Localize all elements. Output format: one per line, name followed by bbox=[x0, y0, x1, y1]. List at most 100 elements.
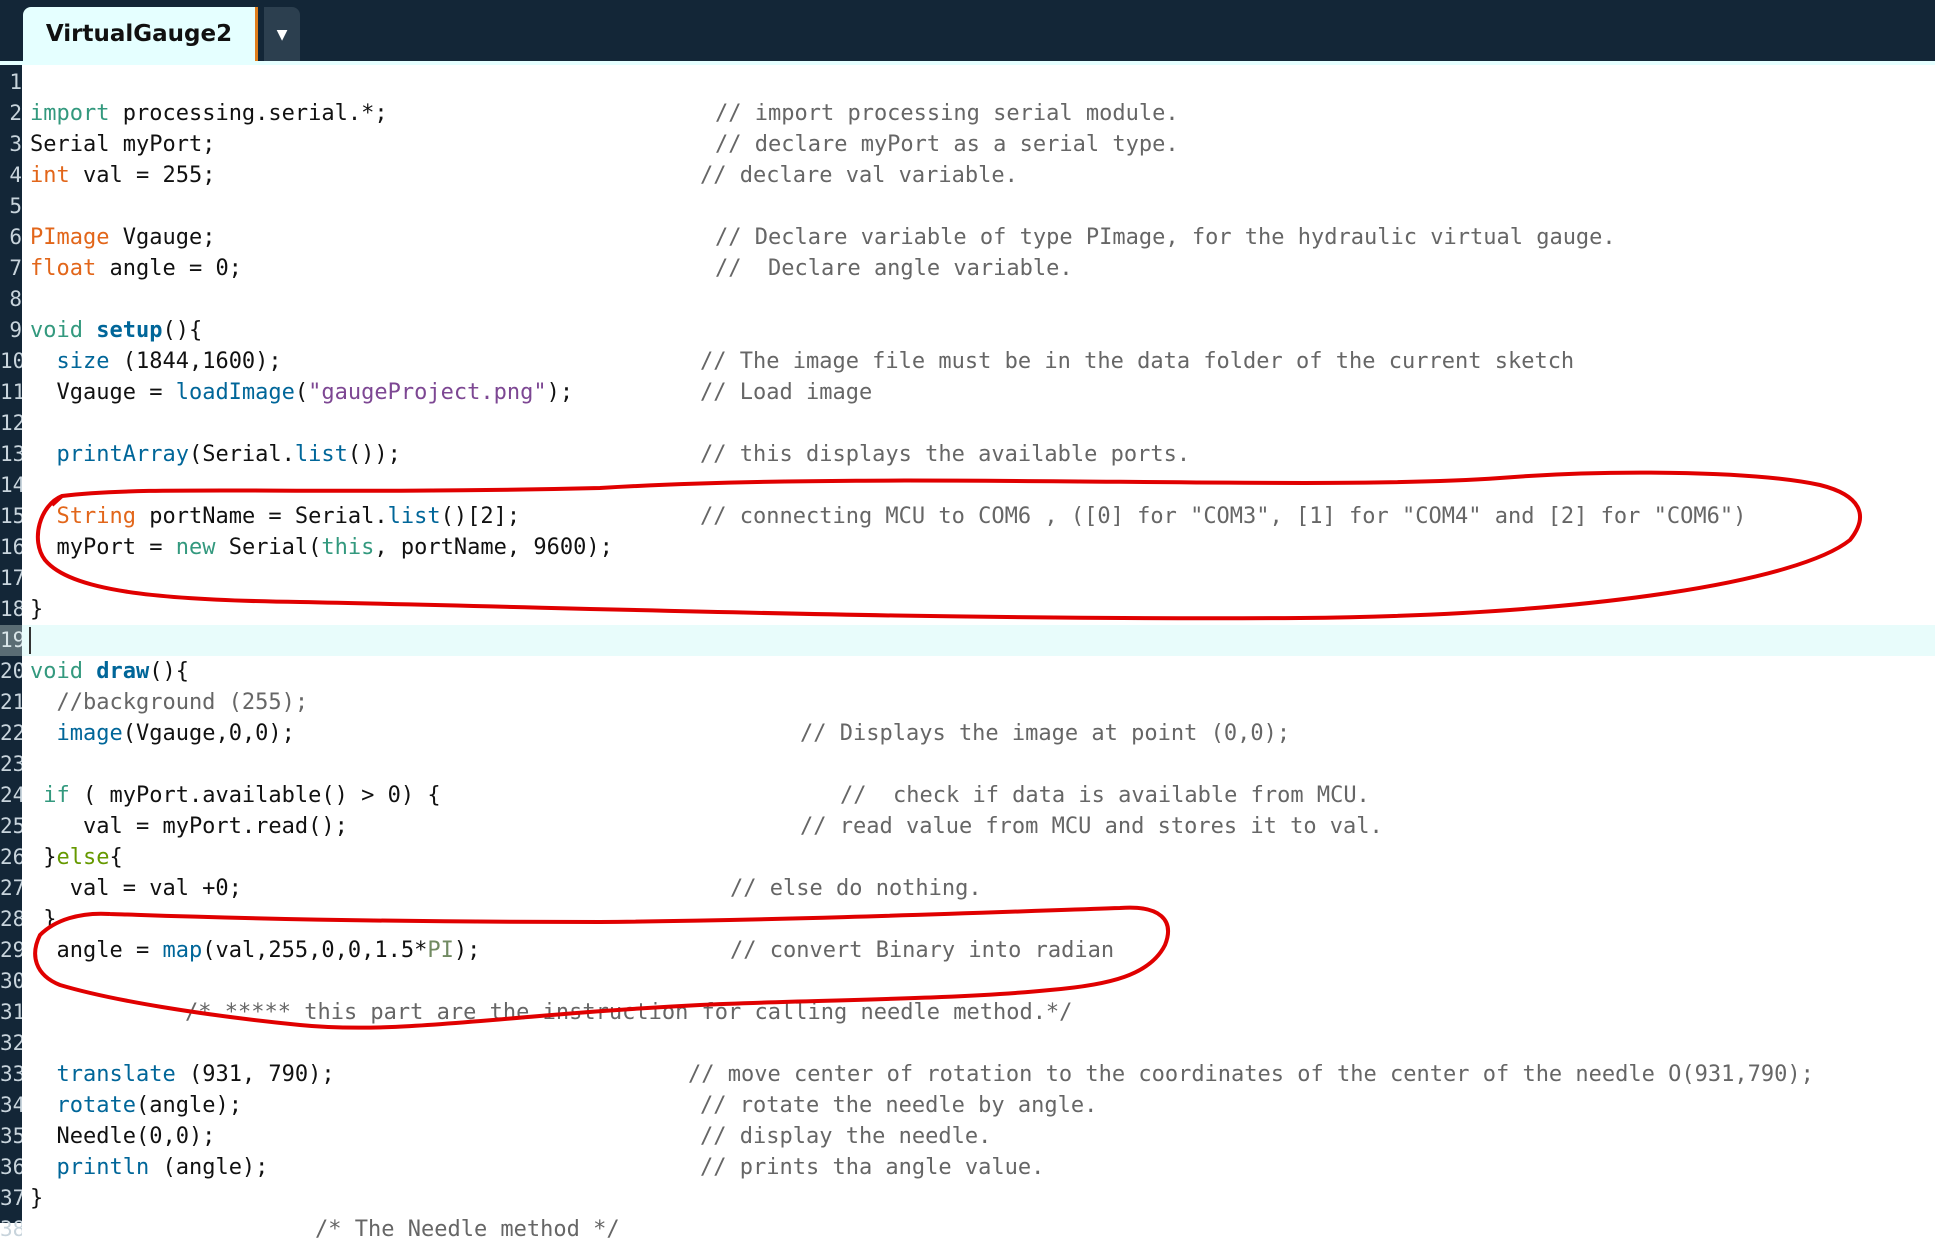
code-text: import processing.serial.*; bbox=[30, 101, 388, 126]
line-number: 22 bbox=[0, 721, 22, 745]
code-line[interactable]: 25 val = myPort.read(); // read value fro… bbox=[0, 811, 1935, 842]
code-text: image(Vgauge,0,0); bbox=[56, 721, 295, 746]
line-number: 24 bbox=[0, 783, 22, 807]
code-comment: // declare myPort as a serial type. bbox=[715, 132, 1179, 157]
tab-menu-button[interactable]: ▼ bbox=[264, 7, 300, 61]
code-line[interactable]: 24 if ( myPort.available() > 0) {// chec… bbox=[0, 780, 1935, 811]
code-text: int val = 255; bbox=[30, 163, 216, 188]
code-comment: /* The Needle method */ bbox=[315, 1217, 620, 1242]
code-text: } bbox=[30, 1186, 44, 1211]
code-line[interactable]: 17 bbox=[0, 563, 1935, 594]
code-line[interactable]: 38 /* The Needle method */ bbox=[0, 1214, 1935, 1245]
code-text: PImage Vgauge; bbox=[30, 225, 216, 250]
code-text: Needle(0,0); bbox=[30, 1124, 216, 1149]
code-line[interactable]: 33 translate (931, 790); // move center o… bbox=[0, 1059, 1935, 1090]
code-text: printArray(Serial.list()); bbox=[56, 442, 401, 467]
code-line[interactable]: 11 Vgauge = loadImage("gaugeProject.png"… bbox=[0, 377, 1935, 408]
line-number: 31 bbox=[0, 1000, 22, 1024]
line-number: 4 bbox=[9, 163, 22, 187]
code-editor[interactable]: 1 2 import processing.serial.*;// import p… bbox=[0, 65, 1935, 1242]
line-number: 11 bbox=[0, 380, 22, 404]
line-number: 29 bbox=[0, 938, 22, 962]
tab-virtualgauge2[interactable]: VirtualGauge2 bbox=[23, 7, 258, 61]
code-line[interactable]: 4 int val = 255; // declare val variable. bbox=[0, 160, 1935, 191]
line-number: 10 bbox=[0, 349, 22, 373]
line-number: 12 bbox=[0, 411, 22, 435]
code-line[interactable]: 30 bbox=[0, 966, 1935, 997]
line-number: 14 bbox=[0, 473, 22, 497]
line-number: 36 bbox=[0, 1155, 22, 1179]
code-line[interactable]: 7 float angle = 0; // Declare angle variab… bbox=[0, 253, 1935, 284]
code-text: //background (255); bbox=[30, 690, 309, 715]
code-comment: // Declare angle variable. bbox=[715, 256, 1073, 281]
code-text: }else{ bbox=[30, 845, 123, 870]
code-comment: // Load image bbox=[700, 380, 873, 405]
code-line[interactable]: 31 /* ***** this part are the instruction… bbox=[0, 997, 1935, 1028]
code-line[interactable]: 16 myPort = new Serial(this, portName, 9… bbox=[0, 532, 1935, 563]
line-number: 8 bbox=[9, 287, 22, 311]
code-comment: // this displays the available ports. bbox=[700, 442, 1191, 467]
code-line[interactable]: 18} bbox=[0, 594, 1935, 625]
code-comment: // rotate the needle by angle. bbox=[700, 1093, 1098, 1118]
code-text: void draw(){ bbox=[30, 659, 189, 684]
code-line[interactable]: 15 String portName = Serial.list()[2]; //… bbox=[0, 501, 1935, 532]
line-number: 9 bbox=[9, 318, 22, 342]
line-number: 19 bbox=[0, 625, 22, 656]
line-number: 21 bbox=[0, 690, 22, 714]
triangle-down-icon: ▼ bbox=[276, 23, 288, 45]
code-line[interactable]: 35 Needle(0,0); // display the needle. bbox=[0, 1121, 1935, 1152]
code-line[interactable]: 22 image(Vgauge,0,0); // Displays the ima… bbox=[0, 718, 1935, 749]
text-caret bbox=[29, 627, 31, 654]
code-line[interactable]: 37} bbox=[0, 1183, 1935, 1214]
code-line[interactable]: 36 println (angle); // prints tha angle v… bbox=[0, 1152, 1935, 1183]
line-number: 34 bbox=[0, 1093, 22, 1117]
line-number: 17 bbox=[0, 566, 22, 590]
code-line[interactable]: 32 bbox=[0, 1028, 1935, 1059]
code-line[interactable]: 6 PImage Vgauge; // Declare variable of ty… bbox=[0, 222, 1935, 253]
line-number: 35 bbox=[0, 1124, 22, 1148]
code-line[interactable]: 21 //background (255); bbox=[0, 687, 1935, 718]
code-text: Serial myPort; bbox=[30, 132, 216, 157]
code-comment: // The image file must be in the data fo… bbox=[700, 349, 1575, 374]
code-line[interactable]: 19 bbox=[0, 625, 1935, 656]
code-line[interactable]: 9 void setup(){ bbox=[0, 315, 1935, 346]
line-number: 3 bbox=[9, 132, 22, 156]
code-comment: // Displays the image at point (0,0); bbox=[800, 721, 1291, 746]
code-line[interactable]: 34 rotate(angle); // rotate the needle by… bbox=[0, 1090, 1935, 1121]
code-line[interactable]: 1 bbox=[0, 67, 1935, 98]
code-line[interactable]: 14 bbox=[0, 470, 1935, 501]
code-comment: // declare val variable. bbox=[700, 163, 1018, 188]
code-text: void setup(){ bbox=[30, 318, 203, 343]
line-number: 2 bbox=[9, 101, 22, 125]
line-number: 23 bbox=[0, 752, 22, 776]
code-comment: // connecting MCU to COM6 , ([0] for "CO… bbox=[700, 504, 1747, 529]
code-line[interactable]: 10 size (1844,1600); // The image file mu… bbox=[0, 346, 1935, 377]
code-line[interactable]: 13 printArray(Serial.list()); // this dis… bbox=[0, 439, 1935, 470]
code-line[interactable]: 26 }else{ bbox=[0, 842, 1935, 873]
code-line[interactable]: 29 angle = map(val,255,0,0,1.5*PI); // co… bbox=[0, 935, 1935, 966]
code-text: rotate(angle); bbox=[56, 1093, 242, 1118]
code-line[interactable]: 5 bbox=[0, 191, 1935, 222]
line-number: 27 bbox=[0, 876, 22, 900]
code-line[interactable]: 27 val = val +0; // else do nothing. bbox=[0, 873, 1935, 904]
code-line[interactable]: 28 } bbox=[0, 904, 1935, 935]
code-line[interactable]: 20 void draw(){ bbox=[0, 656, 1935, 687]
code-line[interactable]: 23 bbox=[0, 749, 1935, 780]
line-number: 18 bbox=[0, 597, 22, 621]
line-number: 37 bbox=[0, 1186, 22, 1210]
line-number: 33 bbox=[0, 1062, 22, 1086]
code-line[interactable]: 2 import processing.serial.*; // import pr… bbox=[0, 98, 1935, 129]
line-number: 30 bbox=[0, 969, 22, 993]
code-comment: // prints tha angle value. bbox=[700, 1155, 1045, 1180]
code-comment: // read value from MCU and stores it to … bbox=[800, 814, 1383, 839]
code-text: String portName = Serial.list()[2]; bbox=[56, 504, 521, 529]
code-comment: // import processing serial module. bbox=[715, 101, 1179, 126]
code-text: size (1844,1600); bbox=[56, 349, 282, 374]
code-line[interactable]: 8 bbox=[0, 284, 1935, 315]
code-line[interactable]: 3 Serial myPort; // declare myPort as a se… bbox=[0, 129, 1935, 160]
code-line[interactable]: 12 bbox=[0, 408, 1935, 439]
line-number: 1 bbox=[9, 70, 22, 94]
code-comment: // check if data is available from MCU. bbox=[840, 783, 1370, 808]
code-text: float angle = 0; bbox=[30, 256, 242, 281]
code-text: myPort = new Serial(this, portName, 9600… bbox=[30, 535, 613, 560]
